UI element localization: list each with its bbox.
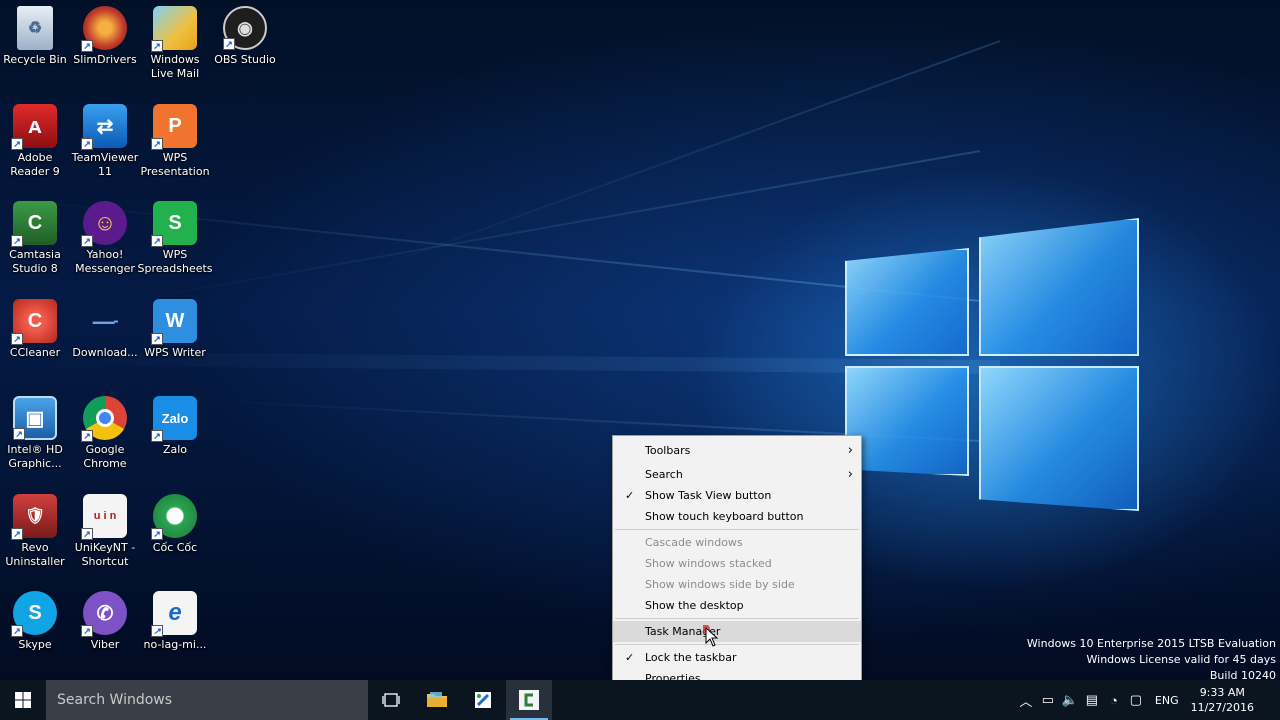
wps-writer-icon: W ↗	[151, 299, 197, 345]
obs-icon: ◉ ↗	[223, 6, 267, 50]
battery-icon[interactable]: ▭	[1037, 680, 1059, 720]
desktop-icon-yahoo-messenger[interactable]: ☺ ↗ Yahoo! Messenger	[70, 201, 140, 276]
download-icon: ▬▬▬▪▪	[92, 316, 119, 326]
menu-item-show-task-view[interactable]: ✓ Show Task View button	[613, 485, 861, 506]
chevron-right-icon: ›	[847, 443, 853, 458]
adobe-reader-icon: ᴀ ↗	[11, 104, 57, 150]
desktop-icon-wps-presentation[interactable]: P ↗ WPS Presentation	[140, 104, 210, 179]
watermark-build: Build 10240	[1209, 669, 1276, 680]
input-language[interactable]: ENG	[1147, 694, 1187, 707]
wps-spreadsheets-icon: S ↗	[151, 201, 197, 247]
desktop-icon-wps-spreadsheets[interactable]: S ↗ WPS Spreadsheets	[138, 201, 213, 276]
yahoo-messenger-icon: ☺ ↗	[81, 201, 127, 247]
desktop-icon-viber[interactable]: ✆ ↗ Viber	[70, 591, 140, 652]
desktop-icon-revo-uninstaller[interactable]: 🛡 ↗ Revo Uninstaller	[0, 494, 70, 569]
desktop-icon-intel-hd-graphics[interactable]: ▣ ↗ Intel® HD Graphic...	[0, 396, 70, 471]
desktop-icon-skype[interactable]: S ↗ Skype	[0, 591, 70, 652]
wifi-icon[interactable]: ◔	[1103, 680, 1125, 720]
clock-date: 11/27/2016	[1190, 701, 1254, 714]
desktop-icon-camtasia[interactable]: C ↗ Camtasia Studio 8	[0, 201, 70, 276]
desktop-icon-google-chrome[interactable]: ↗ Google Chrome	[70, 396, 140, 471]
desktop-icon-teamviewer[interactable]: ⇄ ↗ TeamViewer 11	[70, 104, 140, 179]
viber-icon: ✆ ↗	[81, 591, 127, 637]
menu-separator	[615, 529, 859, 530]
menu-item-show-desktop[interactable]: Show the desktop	[613, 595, 861, 616]
menu-item-lock-taskbar[interactable]: ✓ Lock the taskbar	[613, 647, 861, 668]
teamviewer-icon: ⇄ ↗	[81, 104, 127, 150]
task-view-icon	[382, 693, 400, 707]
desktop-icon-ccleaner[interactable]: C ↗ CCleaner	[0, 299, 70, 360]
taskbar-context-menu: Toolbars › Search › ✓ Show Task View but…	[612, 435, 862, 697]
volume-icon[interactable]: 🔈	[1059, 680, 1081, 720]
action-center-icon[interactable]: ▤	[1081, 680, 1103, 720]
desktop-icon-no-lag[interactable]: e ↗ no-lag-mi...	[140, 591, 210, 652]
watermark-edition: Windows 10 Enterprise 2015 LTSB Evaluati…	[1026, 637, 1276, 650]
windows-start-icon	[15, 692, 31, 708]
menu-separator	[615, 644, 859, 645]
menu-item-toolbars[interactable]: Toolbars ›	[613, 440, 861, 461]
taskbar-file-explorer[interactable]	[414, 680, 460, 720]
search-placeholder: Search Windows	[57, 692, 173, 708]
desktop-icon-adobe-reader[interactable]: ᴀ ↗ Adobe Reader 9	[0, 104, 70, 179]
chevron-up-icon[interactable]: ︿	[1015, 680, 1037, 720]
desktop-icon-slimdrivers[interactable]: ↗ SlimDrivers	[70, 6, 140, 67]
recycle-bin-icon: ♻	[17, 6, 53, 50]
taskbar[interactable]: Search Windows ︿ ▭ 🔈 ▤ ◔ ▢ ENG 9:33 AM 1…	[0, 680, 1280, 720]
chevron-right-icon: ›	[847, 467, 853, 482]
taskbar-camtasia[interactable]	[506, 680, 552, 720]
desktop-icon-coc-coc[interactable]: ↗ Cốc Cốc	[140, 494, 210, 555]
desktop-icon-download[interactable]: ▬▬▬▪▪ Download...	[70, 299, 140, 360]
slimdrivers-icon: ↗	[81, 6, 127, 52]
wps-presentation-icon: P ↗	[151, 104, 197, 150]
checkmark-icon: ✓	[625, 489, 635, 502]
desktop-icon-recycle-bin[interactable]: ♻ Recycle Bin	[0, 6, 70, 67]
coc-coc-icon: ↗	[151, 494, 197, 540]
menu-item-windows-side-by-side: Show windows side by side	[645, 578, 795, 591]
menu-item-windows-stacked: Show windows stacked	[645, 557, 772, 570]
intel-graphics-icon: ▣ ↗	[13, 396, 57, 440]
zalo-icon: Zalo ↗	[151, 396, 197, 442]
chrome-icon: ↗	[81, 396, 127, 442]
menu-item-cascade-windows: Cascade windows	[645, 536, 743, 549]
task-view-button[interactable]	[368, 680, 414, 720]
system-tray: ︿ ▭ 🔈 ▤ ◔ ▢ ENG 9:33 AM 11/27/2016	[1015, 680, 1280, 720]
clock-time: 9:33 AM	[1199, 686, 1245, 699]
camtasia-icon	[519, 690, 539, 710]
taskbar-search-box[interactable]: Search Windows	[46, 680, 368, 720]
windows-watermark: Windows 10 Enterprise 2015 LTSB Evaluati…	[1027, 636, 1276, 680]
internet-explorer-icon: e ↗	[151, 591, 197, 637]
folder-icon	[427, 692, 447, 707]
menu-item-search[interactable]: Search ›	[613, 464, 861, 485]
mouse-cursor-icon	[703, 625, 719, 647]
camtasia-icon: C ↗	[11, 201, 57, 247]
desktop-icon-zalo[interactable]: Zalo ↗ Zalo	[140, 396, 210, 457]
start-button[interactable]	[0, 680, 46, 720]
menu-item-show-touch-keyboard[interactable]: Show touch keyboard button	[613, 506, 861, 527]
desktop-icon-unikey[interactable]: u i n ↗ UniKeyNT - Shortcut	[70, 494, 140, 569]
taskbar-app-pinned[interactable]	[460, 680, 506, 720]
skype-icon: S ↗	[11, 591, 57, 637]
checkmark-icon: ✓	[625, 651, 635, 664]
revo-uninstaller-icon: 🛡 ↗	[11, 494, 57, 540]
desktop-icon-wps-writer[interactable]: W ↗ WPS Writer	[140, 299, 210, 360]
desktop-icon-windows-live-mail[interactable]: ↗ Windows Live Mail	[140, 6, 210, 81]
app-icon	[475, 692, 491, 708]
unikey-icon: u i n ↗	[81, 494, 127, 540]
menu-item-task-manager[interactable]: Task Manager	[613, 621, 861, 642]
mail-icon: ↗	[151, 6, 197, 52]
clock[interactable]: 9:33 AM 11/27/2016	[1187, 685, 1266, 715]
menu-separator	[615, 618, 859, 619]
ccleaner-icon: C ↗	[11, 299, 57, 345]
desktop-icon-obs-studio[interactable]: ◉ ↗ OBS Studio	[210, 6, 280, 67]
notification-icon[interactable]: ▢	[1125, 680, 1147, 720]
windows-logo-wallpaper	[845, 218, 1140, 513]
watermark-license: Windows License valid for 45 days	[1086, 653, 1277, 666]
